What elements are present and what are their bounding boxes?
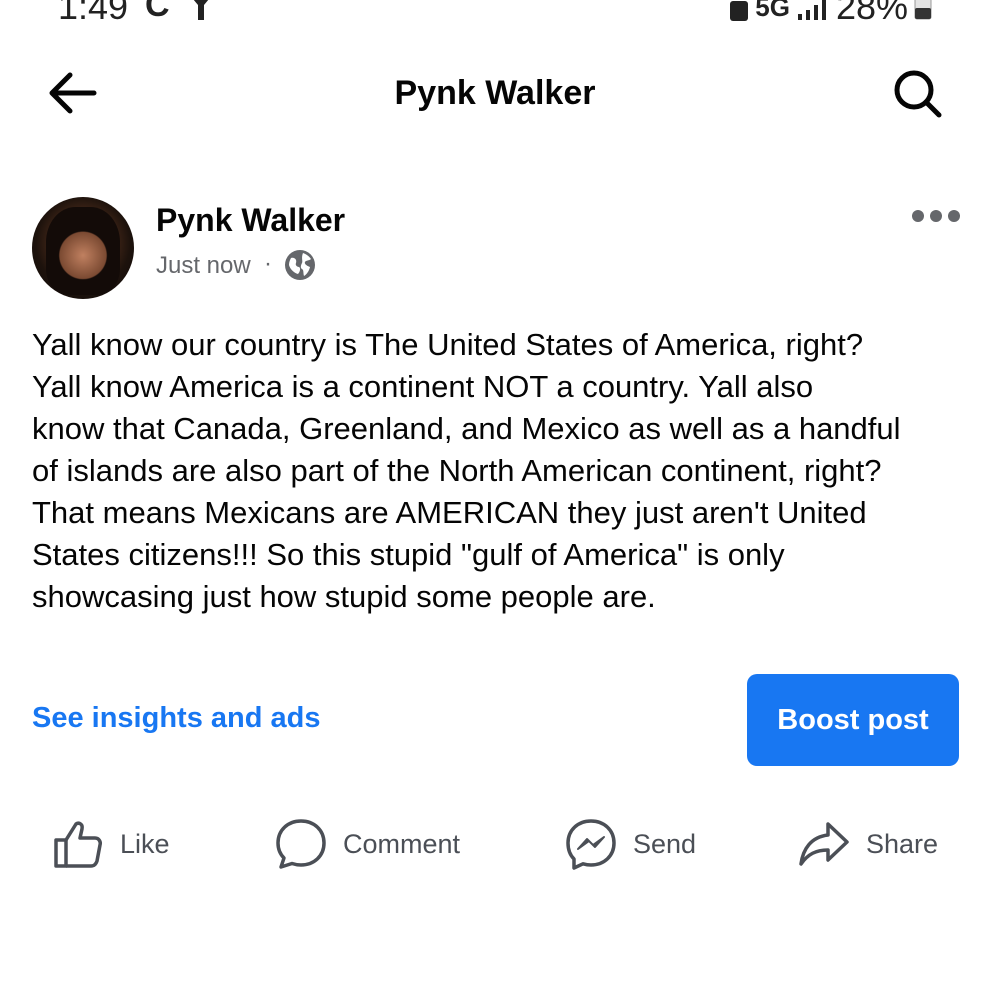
comment-label: Comment (343, 828, 461, 859)
comment-icon (276, 819, 326, 869)
post-text-line: That means Mexicans are AMERICAN they ju… (32, 495, 867, 530)
comment-button[interactable]: Comment (275, 812, 460, 876)
send-button[interactable]: Send (565, 812, 696, 876)
flashlight-icon (193, 0, 209, 20)
page-title: Pynk Walker (394, 74, 596, 112)
like-button[interactable]: Like (52, 812, 170, 876)
globe-icon[interactable] (284, 249, 316, 281)
post-text: Yall know our country is The United Stat… (32, 324, 962, 618)
sim-icon (730, 1, 749, 21)
app-bar: Pynk Walker (0, 40, 990, 150)
messenger-icon (566, 819, 616, 870)
share-label: Share (866, 828, 939, 859)
post-text-line: of islands are also part of the North Am… (32, 453, 882, 488)
share-button[interactable]: Share (798, 812, 938, 876)
send-label: Send (633, 828, 697, 859)
more-options-button[interactable] (912, 206, 964, 226)
post-text-line: States citizens!!! So this stupid "gulf … (32, 537, 785, 572)
post-header: Pynk Walker Just now · (0, 190, 990, 310)
post-timestamp[interactable]: Just now (156, 252, 251, 280)
search-button[interactable] (890, 66, 944, 120)
see-insights-link[interactable]: See insights and ads (32, 702, 320, 735)
post-text-line: Yall know our country is The United Stat… (32, 327, 864, 362)
signal-icon (797, 0, 826, 20)
status-time: 1:49 (58, 0, 129, 27)
status-bar: 1:49 C 5G 28% (0, 0, 990, 28)
status-right: 5G 28% (729, 0, 932, 28)
battery-icon (914, 0, 932, 20)
search-icon (894, 70, 942, 118)
avatar[interactable] (32, 197, 134, 299)
battery-percent: 28% (835, 0, 908, 27)
dot-icon (948, 210, 960, 222)
network-type: 5G (755, 0, 790, 22)
like-label: Like (120, 828, 170, 859)
action-bar: Like Comment Send Share (0, 812, 990, 882)
post-text-line: Yall know America is a continent NOT a c… (32, 369, 814, 404)
dot-icon (912, 210, 924, 222)
author-name[interactable]: Pynk Walker (156, 202, 345, 239)
avatar-photo (46, 207, 120, 295)
thumbs-up-icon (54, 821, 102, 868)
dot-icon (930, 210, 942, 222)
post-text-line: know that Canada, Greenland, and Mexico … (32, 411, 901, 446)
post-text-line: showcasing just how stupid some people a… (32, 579, 656, 614)
share-arrow-icon (799, 822, 849, 866)
carrier-icon: C (145, 0, 170, 24)
boost-post-button[interactable]: Boost post (747, 674, 959, 766)
meta-separator: · (264, 250, 272, 277)
